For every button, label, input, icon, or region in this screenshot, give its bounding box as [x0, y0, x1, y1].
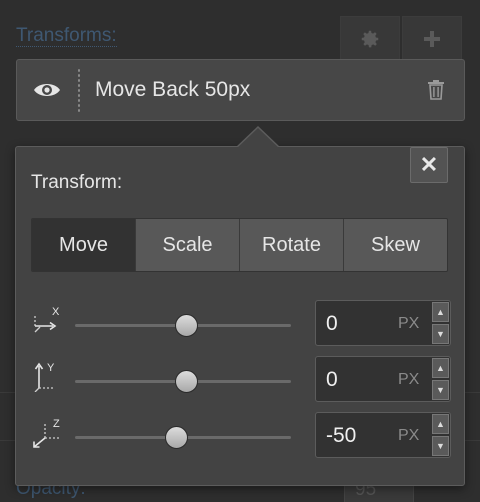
z-increment-button[interactable]: ▲	[432, 414, 449, 434]
axis-row-y: Y 0 PX ▲ ▼	[31, 356, 451, 402]
tab-scale[interactable]: Scale	[135, 219, 239, 271]
y-increment-button[interactable]: ▲	[432, 358, 449, 378]
close-button[interactable]: ✕	[410, 147, 448, 183]
z-value-input[interactable]: -50 PX ▲ ▼	[315, 412, 451, 458]
y-value: 0	[326, 368, 338, 391]
svg-text:Y: Y	[47, 362, 55, 374]
svg-text:X: X	[52, 306, 60, 318]
move-y-icon: Y	[34, 362, 55, 392]
drag-handle[interactable]	[77, 68, 81, 112]
trash-icon	[428, 80, 444, 100]
z-unit: PX	[398, 427, 420, 444]
move-z-icon: Z	[33, 418, 60, 448]
tab-skew[interactable]: Skew	[343, 219, 447, 271]
tab-move[interactable]: Move	[32, 219, 135, 271]
y-slider-handle[interactable]	[175, 370, 198, 393]
delete-transform-button[interactable]	[408, 80, 464, 100]
x-unit: PX	[398, 315, 420, 332]
z-decrement-button[interactable]: ▼	[432, 436, 449, 456]
popover-arrow-fill	[237, 128, 279, 148]
add-transform-button[interactable]	[402, 16, 462, 62]
transforms-section-title: Transforms:	[16, 25, 117, 47]
x-increment-button[interactable]: ▲	[432, 302, 449, 322]
y-decrement-button[interactable]: ▼	[432, 380, 449, 400]
close-icon: ✕	[419, 152, 439, 177]
visibility-toggle[interactable]	[17, 81, 77, 99]
tab-rotate[interactable]: Rotate	[239, 219, 343, 271]
x-decrement-button[interactable]: ▼	[432, 324, 449, 344]
x-value-input[interactable]: 0 PX ▲ ▼	[315, 300, 451, 346]
x-value: 0	[326, 312, 338, 335]
z-value: -50	[326, 424, 357, 447]
popover-title: Transform:	[31, 172, 123, 193]
svg-text:Z: Z	[53, 418, 60, 430]
transform-type-tabs: Move Scale Rotate Skew	[31, 218, 448, 272]
y-unit: PX	[398, 371, 420, 388]
transform-name: Move Back 50px	[95, 78, 251, 101]
gear-icon	[361, 30, 379, 48]
plus-icon	[424, 31, 440, 47]
x-slider-handle[interactable]	[175, 314, 198, 337]
axis-row-x: X 0 PX ▲ ▼	[31, 300, 451, 346]
y-value-input[interactable]: 0 PX ▲ ▼	[315, 356, 451, 402]
move-x-icon: X	[34, 306, 60, 333]
eye-icon	[34, 84, 60, 96]
transform-list-item[interactable]: Move Back 50px	[16, 59, 465, 121]
transform-popover: ✕ Transform: Move Scale Rotate Skew X 0 …	[15, 126, 465, 486]
z-slider-handle[interactable]	[165, 426, 188, 449]
axis-row-z: Z -50 PX ▲ ▼	[31, 412, 451, 458]
settings-button[interactable]	[340, 16, 400, 62]
